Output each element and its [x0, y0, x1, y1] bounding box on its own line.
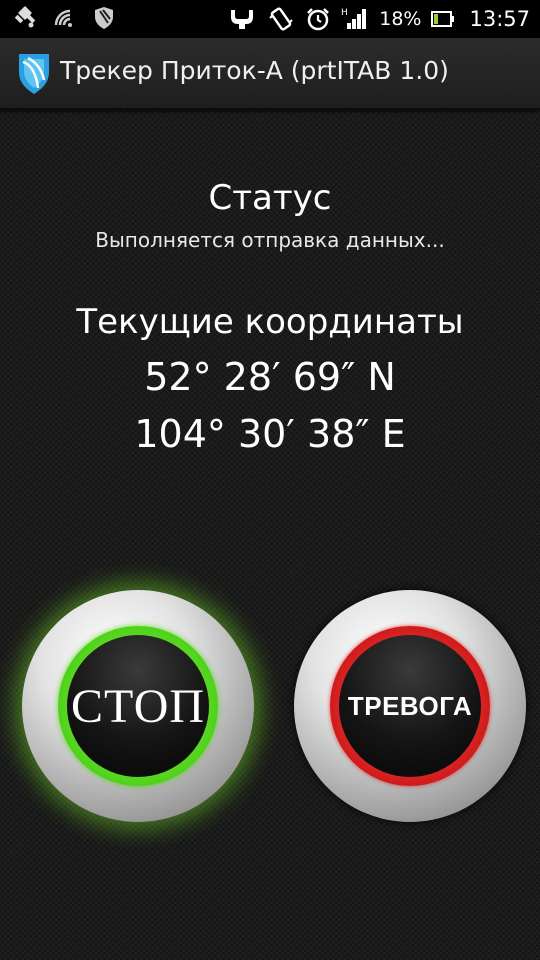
wifi-icon	[52, 5, 78, 31]
stop-button-label: СТОП	[70, 679, 206, 733]
signal-icon: H	[341, 6, 369, 32]
latitude-value: 52° 28′ 69″ N	[144, 355, 396, 399]
app-title: Трекер Приток-А (prtITAB 1.0)	[60, 56, 449, 85]
stop-button-ring: СТОП	[58, 626, 218, 786]
alarm-button-core: ТРЕВОГА	[339, 635, 481, 777]
alarm-icon	[305, 6, 331, 32]
svg-text:H: H	[341, 8, 348, 18]
usb-icon	[227, 6, 257, 32]
app-screen: H 18% 13:57 Трекер Приток-А (prtITAB 1.0…	[0, 0, 540, 960]
longitude-value: 104° 30′ 38″ E	[134, 412, 406, 456]
location-icon	[12, 5, 38, 31]
clock: 13:57	[469, 7, 530, 31]
battery-icon	[431, 9, 455, 29]
action-bar: Трекер Приток-А (prtITAB 1.0)	[0, 38, 540, 110]
stop-button[interactable]: СТОП	[22, 590, 254, 822]
alarm-button-label: ТРЕВОГА	[347, 690, 473, 721]
vibrate-icon	[267, 6, 295, 32]
alarm-button-ring: ТРЕВОГА	[330, 626, 490, 786]
status-heading: Статус	[208, 178, 332, 218]
status-text: Выполняется отправка данных...	[95, 228, 445, 252]
app-logo-icon[interactable]	[16, 50, 52, 96]
battery-percent: 18%	[379, 8, 422, 30]
alarm-button[interactable]: ТРЕВОГА	[294, 590, 526, 822]
shield-icon	[92, 5, 116, 31]
coordinates-heading: Текущие координаты	[76, 302, 464, 342]
stop-button-core: СТОП	[67, 635, 209, 777]
status-bar: H 18% 13:57	[0, 0, 540, 38]
